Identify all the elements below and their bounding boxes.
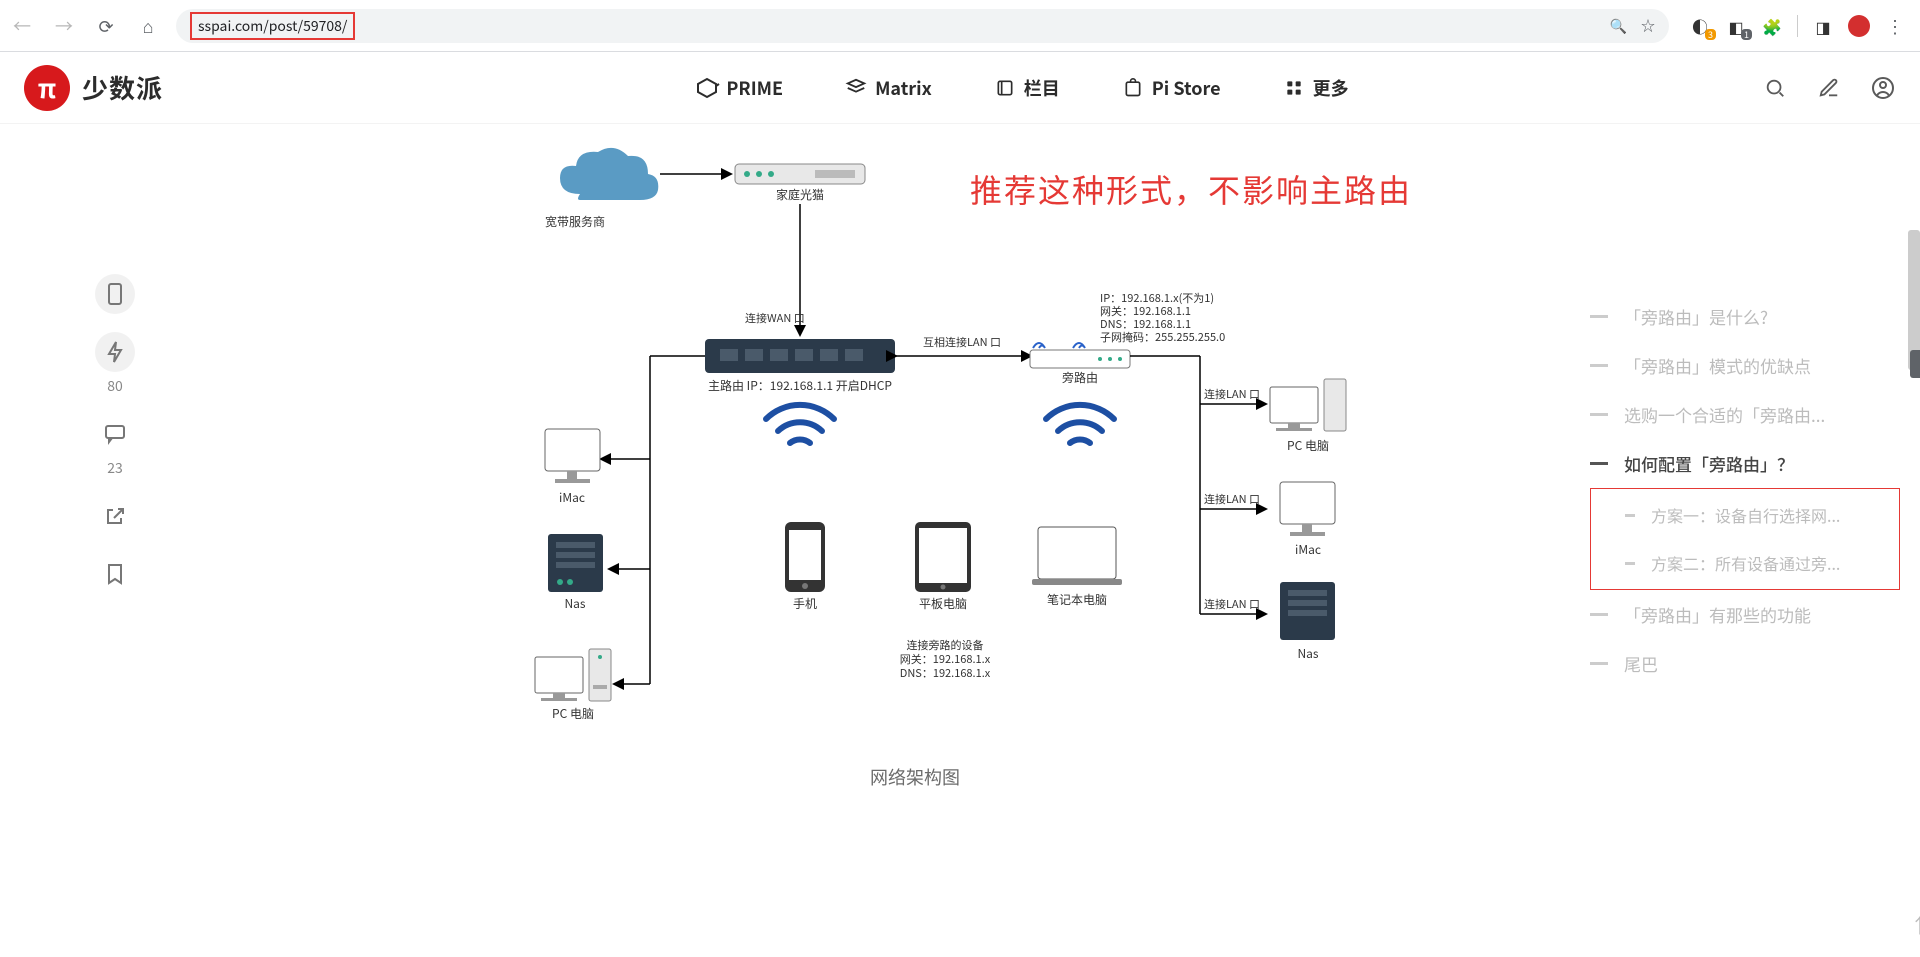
rail-comment-icon[interactable]: [95, 414, 135, 454]
table-of-contents: 「旁路由」是什么? 「旁路由」模式的优缺点 选购一个合适的「旁路由... 如何配…: [1590, 124, 1920, 957]
reload-button[interactable]: ⟳: [92, 12, 120, 40]
zoom-icon[interactable]: 🔍: [1610, 16, 1627, 36]
toc-item[interactable]: 「旁路由」是什么?: [1590, 292, 1900, 341]
matrix-icon: [845, 77, 867, 99]
nav-prime[interactable]: PRIME: [696, 75, 783, 101]
rail-device-icon[interactable]: [95, 274, 135, 314]
dhcp-info: 连接旁路的设备网关：192.168.1.xDNS：192.168.1.x: [900, 637, 991, 681]
rail-zap-icon[interactable]: [95, 332, 135, 372]
header-actions: [1762, 75, 1896, 101]
scroll-top-button[interactable]: ↑: [1910, 910, 1920, 939]
prime-icon: [696, 77, 718, 99]
label-main-router: 主路由 IP：192.168.1.1 开启DHCP: [708, 377, 892, 394]
label-interlan: 互相连接LAN 口: [923, 334, 1001, 350]
label-pc-right: PC 电脑: [1287, 437, 1329, 454]
article-content: 推荐这种形式，不影响主路由 宽带服务商 家庭光猫: [230, 124, 1590, 957]
extension-1-icon[interactable]: ◐3: [1689, 15, 1711, 37]
url-text: sspai.com/post/59708/: [190, 12, 355, 40]
extension-2-icon[interactable]: ◧1: [1725, 15, 1747, 37]
store-icon: [1122, 77, 1144, 99]
columns-icon: [994, 77, 1016, 99]
label-tablet: 平板电脑: [919, 595, 967, 612]
nav-pistore[interactable]: Pi Store: [1122, 75, 1221, 101]
browser-chrome: ← → ⟳ ⌂ sspai.com/post/59708/ 🔍 ☆ ◐3 ◧1 …: [0, 0, 1920, 52]
label-side-router: 旁路由: [1062, 369, 1098, 386]
bookmark-star-icon[interactable]: ☆: [1641, 16, 1655, 36]
extension-area: ◐3 ◧1 🧩 ◨: [1683, 15, 1912, 37]
site-header: π 少数派 PRIME Matrix 栏目 Pi Store 更多: [0, 52, 1920, 124]
article-rail: 80 23: [0, 124, 230, 957]
url-bar[interactable]: sspai.com/post/59708/ 🔍 ☆: [176, 9, 1669, 43]
main-nav: PRIME Matrix 栏目 Pi Store 更多: [576, 75, 1348, 101]
diagram-caption: 网络架构图: [870, 764, 960, 790]
label-isp: 宽带服务商: [545, 213, 605, 230]
logo-mark: π: [24, 65, 70, 111]
extensions-icon[interactable]: 🧩: [1761, 15, 1783, 37]
toc-highlight-box: 方案一：设备自行选择网... 方案二：所有设备通过旁...: [1590, 488, 1900, 590]
label-pc-left: PC 电脑: [552, 705, 594, 722]
more-icon: [1283, 77, 1305, 99]
label-wan: 连接WAN 口: [745, 310, 805, 326]
write-icon[interactable]: [1816, 75, 1842, 101]
nav-columns[interactable]: 栏目: [994, 75, 1060, 101]
toc-subitem[interactable]: 方案二：所有设备通过旁...: [1591, 539, 1899, 587]
svg-text:IP：192.168.1.x(不为1)网关：192.168.: IP：192.168.1.x(不为1)网关：192.168.1.1DNS：192…: [1100, 290, 1225, 345]
search-icon[interactable]: [1762, 75, 1788, 101]
label-lan-3: 连接LAN 口: [1204, 596, 1260, 612]
label-laptop: 笔记本电脑: [1047, 591, 1107, 608]
label-imac-left: iMac: [559, 489, 585, 506]
label-phone: 手机: [793, 595, 817, 612]
zap-count: 80: [107, 376, 123, 396]
side-tab-handle[interactable]: [1910, 350, 1920, 378]
label-lan-1: 连接LAN 口: [1204, 386, 1260, 402]
sidepanel-icon[interactable]: ◨: [1812, 15, 1834, 37]
profile-avatar[interactable]: [1848, 15, 1870, 37]
toc-item[interactable]: 「旁路由」模式的优缺点: [1590, 341, 1900, 390]
label-lan-2: 连接LAN 口: [1204, 491, 1260, 507]
toc-subitem[interactable]: 方案一：设备自行选择网...: [1591, 491, 1899, 539]
network-diagram: 推荐这种形式，不影响主路由 宽带服务商 家庭光猫: [370, 124, 1430, 894]
comment-count: 23: [107, 458, 123, 478]
side-router-info: IP：192.168.1.x(不为1)网关：192.168.1.1DNS：192…: [1100, 290, 1225, 345]
nav-more[interactable]: 更多: [1283, 75, 1349, 101]
label-imac-right: iMac: [1295, 541, 1321, 558]
page-scrollbar[interactable]: [1908, 230, 1920, 370]
forward-button[interactable]: →: [50, 12, 78, 40]
toc-item[interactable]: 选购一个合适的「旁路由...: [1590, 390, 1900, 439]
page-body: 80 23 推荐这种形式，不影响主路由 宽带服务商: [0, 124, 1920, 957]
toc-item-active[interactable]: 如何配置「旁路由」？: [1590, 439, 1900, 488]
rail-bookmark-icon[interactable]: [95, 554, 135, 594]
back-button[interactable]: ←: [8, 12, 36, 40]
site-logo[interactable]: π 少数派: [24, 65, 163, 111]
rail-share-icon[interactable]: [95, 496, 135, 536]
user-icon[interactable]: [1870, 75, 1896, 101]
chrome-menu-icon[interactable]: [1884, 15, 1906, 37]
toc-item[interactable]: 尾巴: [1590, 639, 1900, 688]
nav-matrix[interactable]: Matrix: [845, 75, 932, 101]
divider: [1797, 15, 1798, 37]
toc-item[interactable]: 「旁路由」有那些的功能: [1590, 590, 1900, 639]
svg-text:连接旁路的设备网关：192.168.1.xDNS：192.1: 连接旁路的设备网关：192.168.1.xDNS：192.168.1.x: [900, 637, 991, 681]
logo-text: 少数派: [82, 69, 163, 106]
label-modem: 家庭光猫: [776, 186, 824, 203]
label-nas-right: Nas: [1297, 645, 1318, 662]
label-nas-left: Nas: [564, 595, 585, 612]
home-button[interactable]: ⌂: [134, 12, 162, 40]
